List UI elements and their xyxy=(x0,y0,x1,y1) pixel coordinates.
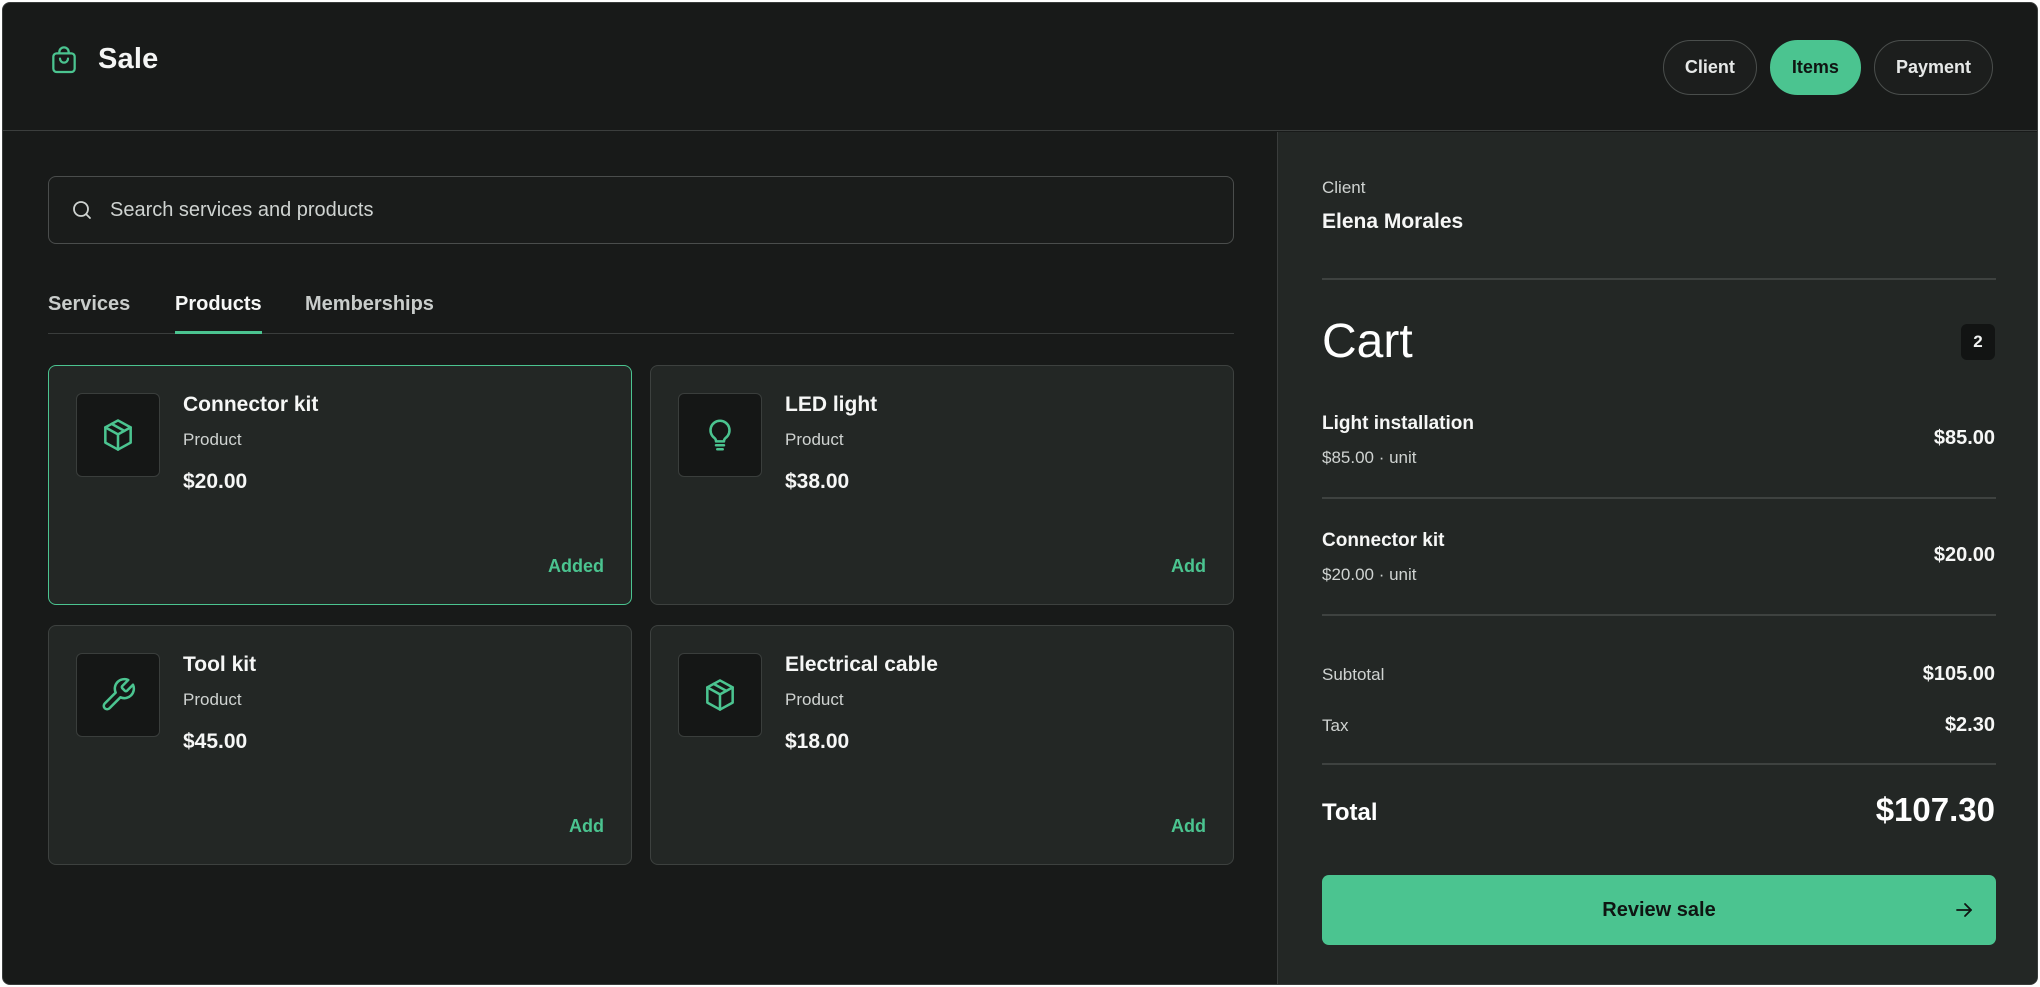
client-label: Client xyxy=(1322,178,1366,197)
step-client-button[interactable]: Client xyxy=(1662,40,1757,95)
lightbulb-icon xyxy=(678,393,762,477)
cart-item-unit-price: $20.00 · unit xyxy=(1322,565,1417,584)
total-label: Total xyxy=(1322,799,1378,826)
product-card-electrical-cable[interactable]: Electrical cable Product $18.00 Add xyxy=(650,625,1234,865)
product-type: Product xyxy=(183,430,242,449)
added-button[interactable]: Added xyxy=(548,556,604,577)
product-card-tool-kit[interactable]: Tool kit Product $45.00 Add xyxy=(48,625,632,865)
divider xyxy=(1322,763,1996,765)
step-items-button[interactable]: Items xyxy=(1769,40,1861,95)
header: Sale Client Items Payment xyxy=(3,3,2037,131)
subtotal-value: $105.00 xyxy=(1922,663,1995,685)
category-tabs: Services Products Memberships xyxy=(48,282,1234,334)
cart-panel: Client Elena Morales Cart 2 Light instal… xyxy=(1277,132,2037,984)
add-button[interactable]: Add xyxy=(1171,556,1206,577)
cart-item-name: Connector kit xyxy=(1322,530,1445,551)
product-name: Connector kit xyxy=(183,393,319,416)
product-name: Tool kit xyxy=(183,653,257,676)
tab-memberships[interactable]: Memberships xyxy=(305,282,434,334)
review-sale-button[interactable]: Review sale xyxy=(1322,875,1996,945)
shopping-bag-icon xyxy=(48,44,80,76)
tab-services[interactable]: Services xyxy=(48,282,130,334)
cart-item-total: $85.00 xyxy=(1933,427,1995,449)
divider xyxy=(1322,614,1996,616)
subtotal-label: Subtotal xyxy=(1322,665,1385,684)
product-card-led-light[interactable]: LED light Product $38.00 Add xyxy=(650,365,1234,605)
product-type: Product xyxy=(785,430,844,449)
sale-window: Sale Client Items Payment Services Produ… xyxy=(2,2,2038,985)
step-navigation: Client Items Payment xyxy=(1662,40,1993,95)
product-price: $20.00 xyxy=(183,470,248,493)
arrow-right-icon xyxy=(1956,903,1972,917)
tax-value: $2.30 xyxy=(1944,714,1995,736)
page-title: Sale xyxy=(98,43,159,75)
search-icon xyxy=(70,198,94,222)
product-price: $38.00 xyxy=(785,470,850,493)
product-price: $45.00 xyxy=(183,730,248,753)
box-icon xyxy=(76,393,160,477)
product-type: Product xyxy=(183,690,242,709)
catalog-pane: Services Products Memberships Connector … xyxy=(3,132,1277,984)
product-type: Product xyxy=(785,690,844,709)
add-button[interactable]: Add xyxy=(1171,816,1206,837)
brand: Sale xyxy=(48,43,158,76)
cart-item-name: Light installation xyxy=(1322,413,1474,434)
tab-products[interactable]: Products xyxy=(175,282,262,334)
wrench-icon xyxy=(76,653,160,737)
step-payment-button[interactable]: Payment xyxy=(1873,40,1993,95)
product-name: LED light xyxy=(785,393,878,416)
total-value: $107.30 xyxy=(1875,791,1995,828)
search-input[interactable] xyxy=(110,198,1110,222)
add-button[interactable]: Add xyxy=(569,816,604,837)
product-price: $18.00 xyxy=(785,730,850,753)
review-sale-label: Review sale xyxy=(1602,898,1716,921)
product-card-connector-kit[interactable]: Connector kit Product $20.00 Added xyxy=(48,365,632,605)
cart-title: Cart xyxy=(1322,315,1413,368)
search-box[interactable] xyxy=(48,176,1234,244)
cart-item-total: $20.00 xyxy=(1933,544,1995,566)
client-name[interactable]: Elena Morales xyxy=(1322,210,1463,234)
cart-item-unit-price: $85.00 · unit xyxy=(1322,448,1417,467)
tax-label: Tax xyxy=(1322,716,1349,735)
box-icon xyxy=(678,653,762,737)
product-name: Electrical cable xyxy=(785,653,938,676)
cart-count-badge: 2 xyxy=(1961,324,1995,360)
divider xyxy=(1322,497,1996,499)
divider xyxy=(1322,278,1996,280)
